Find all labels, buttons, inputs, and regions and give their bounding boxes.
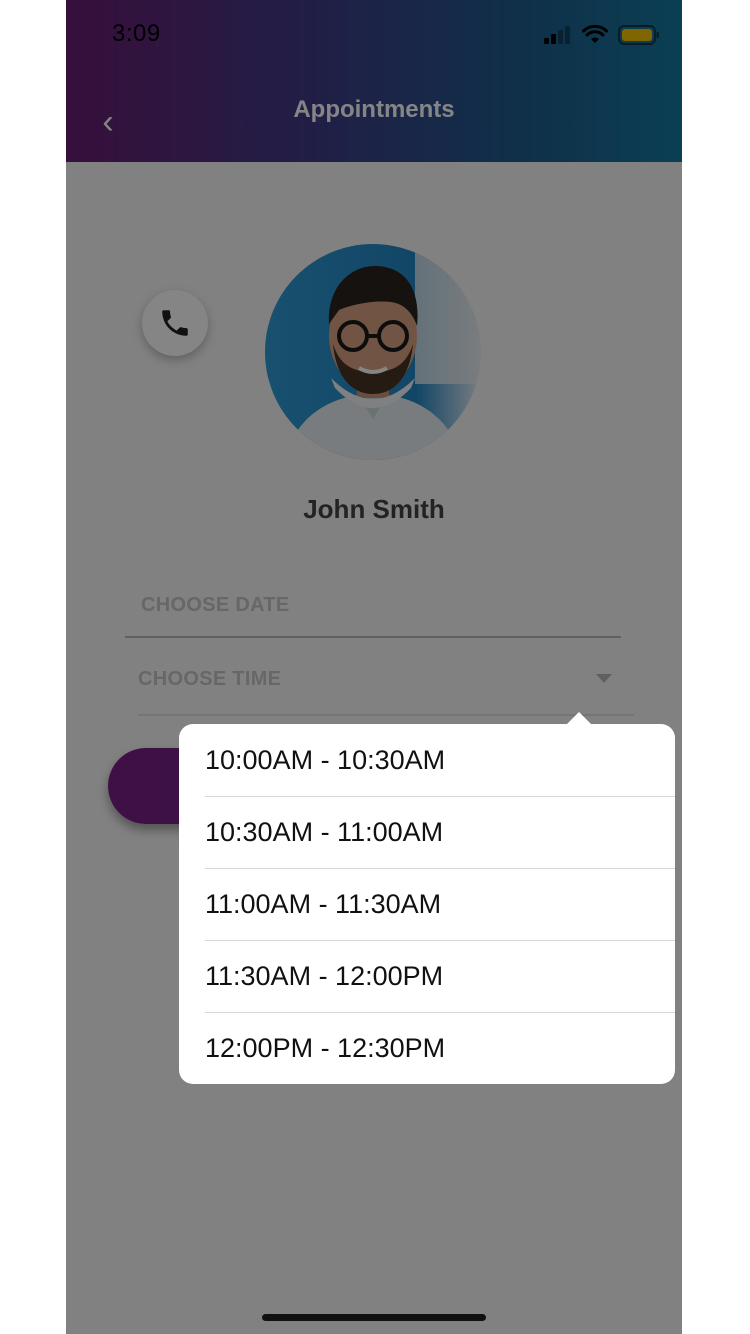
modal-backdrop[interactable] [66, 0, 682, 1334]
phone-screen: 3:09 ‹ Appointments John Smith CHOOSE DA… [66, 0, 682, 1334]
home-indicator[interactable] [262, 1314, 486, 1321]
time-slot-option[interactable]: 11:00AM - 11:30AM [179, 868, 675, 940]
time-slot-option[interactable]: 12:00PM - 12:30PM [179, 1012, 675, 1084]
time-slot-popover: 10:00AM - 10:30AM 10:30AM - 11:00AM 11:0… [179, 712, 675, 1084]
time-slot-option[interactable]: 11:30AM - 12:00PM [179, 940, 675, 1012]
time-slot-option[interactable]: 10:30AM - 11:00AM [179, 796, 675, 868]
time-slot-list: 10:00AM - 10:30AM 10:30AM - 11:00AM 11:0… [179, 724, 675, 1084]
time-slot-option[interactable]: 10:00AM - 10:30AM [179, 724, 675, 796]
